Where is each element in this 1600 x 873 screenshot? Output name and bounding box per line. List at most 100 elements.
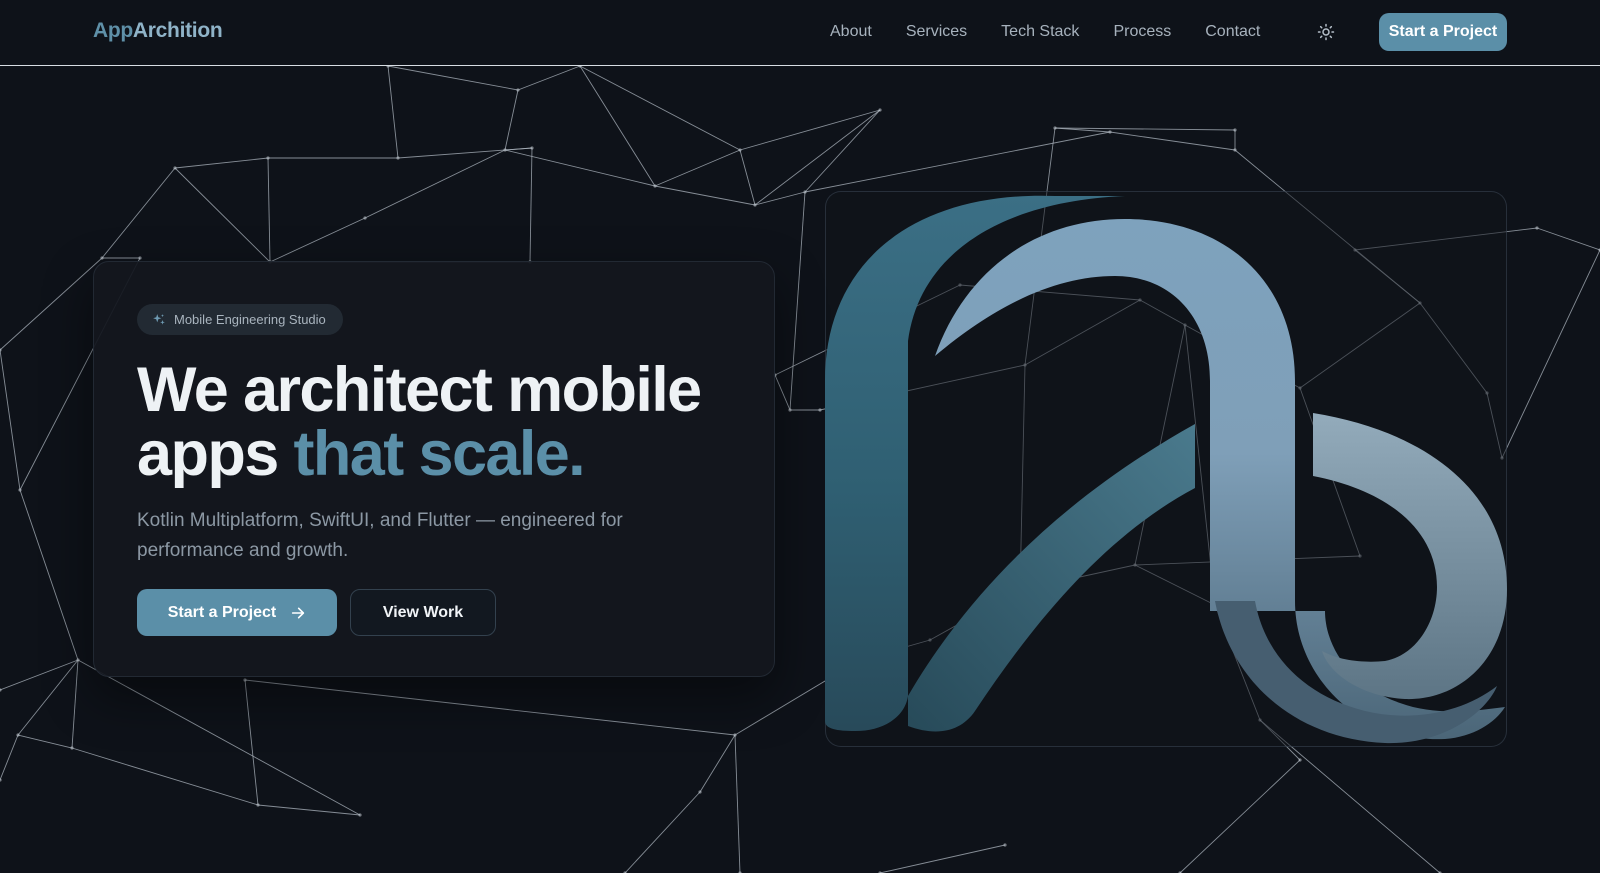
network-node: [516, 88, 520, 92]
network-line: [579, 65, 656, 187]
network-line: [504, 89, 519, 151]
network-line: [654, 185, 756, 206]
network-line: [739, 149, 756, 206]
hero-view-work-button[interactable]: View Work: [350, 589, 496, 636]
network-node: [18, 488, 22, 492]
hero-badge: Mobile Engineering Studio: [137, 304, 343, 335]
network-line: [517, 65, 581, 91]
network-line: [77, 659, 361, 816]
network-node: [733, 733, 737, 737]
network-line: [1501, 249, 1600, 459]
network-node: [173, 166, 177, 170]
network-line: [174, 167, 271, 263]
network-node: [1298, 758, 1302, 762]
hero-start-project-label: Start a Project: [167, 603, 277, 621]
network-line: [699, 734, 736, 793]
network-node: [1003, 843, 1007, 847]
headline-line1: We architect mobile: [137, 355, 702, 425]
network-node: [100, 256, 104, 260]
hero-headline: We architect mobile apps that scale.: [137, 358, 777, 486]
network-line: [174, 157, 269, 169]
network-line: [1179, 759, 1301, 873]
network-line: [789, 191, 806, 411]
network-line: [879, 844, 1006, 873]
sun-icon: [1317, 23, 1335, 41]
network-node: [530, 146, 534, 150]
network-line: [0, 257, 103, 351]
hero-card: Mobile Engineering Studio We architect m…: [93, 261, 775, 677]
network-line: [17, 734, 73, 749]
network-line: [774, 374, 791, 411]
network-line: [0, 349, 21, 491]
headline-line2-plain: apps: [137, 419, 294, 489]
network-node: [16, 733, 20, 737]
network-node: [803, 190, 807, 194]
network-node: [1233, 128, 1237, 132]
network-line: [364, 149, 506, 219]
network-node: [138, 256, 142, 260]
nav-link-contact[interactable]: Contact: [1205, 23, 1260, 41]
network-line: [0, 734, 19, 781]
header-start-project-button[interactable]: Start a Project: [1379, 13, 1507, 51]
mark-right-hook: [1313, 413, 1507, 700]
network-node: [70, 746, 74, 750]
network-line: [804, 131, 1111, 193]
network-node: [256, 803, 260, 807]
network-node: [396, 156, 400, 160]
network-node: [1535, 226, 1539, 230]
network-node: [738, 148, 742, 152]
network-node: [0, 688, 2, 692]
network-line: [71, 659, 79, 749]
network-node: [788, 408, 792, 412]
network-line: [654, 149, 741, 187]
site-header: AppArchition About Services Tech Stack P…: [0, 0, 1600, 66]
brand-mark-logo: [825, 195, 1507, 744]
network-line: [1536, 227, 1600, 251]
network-line: [754, 191, 806, 206]
network-line: [101, 167, 176, 259]
network-node: [358, 813, 362, 817]
hero-subtitle: Kotlin Multiplatform, SwiftUI, and Flutt…: [137, 510, 623, 561]
hero-badge-label: Mobile Engineering Studio: [174, 312, 326, 327]
nav-link-process[interactable]: Process: [1113, 23, 1171, 41]
network-line: [19, 489, 79, 661]
network-node: [1233, 148, 1237, 152]
network-line: [244, 679, 259, 806]
network-line: [71, 747, 259, 806]
network-node: [1053, 126, 1057, 130]
network-node: [1108, 130, 1112, 134]
hero-start-project-button[interactable]: Start a Project: [137, 589, 337, 636]
network-node: [753, 203, 757, 207]
main-nav: About Services Tech Stack Process Contac…: [830, 0, 1294, 64]
theme-toggle-button[interactable]: [1314, 20, 1338, 44]
network-node: [243, 678, 247, 682]
network-line: [624, 791, 701, 873]
nav-link-services[interactable]: Services: [906, 23, 967, 41]
network-node: [76, 658, 80, 662]
network-node: [0, 778, 2, 782]
network-line: [387, 65, 519, 91]
arrow-right-icon: [290, 605, 306, 621]
network-line: [504, 149, 656, 187]
network-node: [698, 790, 702, 794]
network-line: [397, 147, 533, 159]
nav-link-about[interactable]: About: [830, 23, 872, 41]
sparkle-icon: [152, 313, 166, 327]
network-line: [734, 734, 741, 873]
network-node: [503, 148, 507, 152]
network-node: [818, 408, 822, 412]
brand-name-part2: Archition: [132, 19, 223, 42]
network-node: [266, 156, 270, 160]
network-node: [363, 216, 367, 220]
network-node: [878, 108, 882, 112]
mark-diagonal-stroke: [908, 424, 1195, 732]
network-line: [387, 65, 399, 159]
brand-logo[interactable]: AppArchition: [93, 19, 223, 43]
brand-name-part1: App: [93, 19, 133, 42]
page: AppArchition About Services Tech Stack P…: [0, 0, 1600, 873]
network-line: [579, 65, 741, 151]
network-line: [1109, 131, 1236, 151]
network-line: [529, 147, 533, 263]
nav-link-tech-stack[interactable]: Tech Stack: [1001, 23, 1079, 41]
network-line: [739, 109, 881, 151]
